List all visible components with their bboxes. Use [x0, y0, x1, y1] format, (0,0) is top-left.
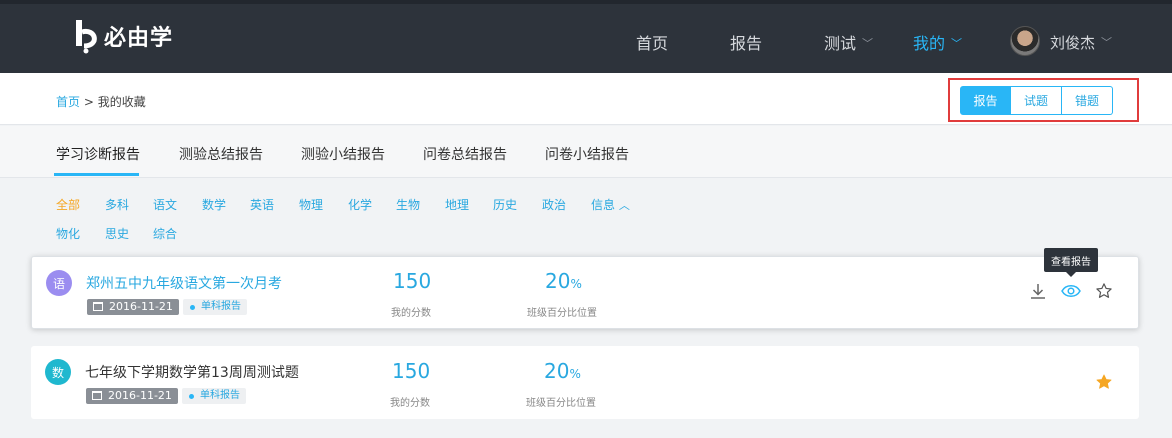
report-type-tabs: 学习诊断报告 测验总结报告 测验小结报告 问卷总结报告 问卷小结报告	[0, 126, 1172, 178]
subject-physics[interactable]: 物理	[299, 196, 323, 213]
chevron-down-icon: ﹀	[862, 37, 874, 50]
nav-home[interactable]: 首页	[636, 30, 668, 54]
logo[interactable]: 必由学	[72, 18, 173, 54]
nav-mine-label: 我的	[913, 34, 946, 53]
nav-report[interactable]: 报告	[730, 30, 762, 54]
chevron-up-icon: ︿	[618, 199, 630, 212]
percent-label: 班级百分比位置	[527, 308, 597, 319]
subject-info[interactable]: 信息 ︿	[591, 196, 630, 213]
user-name: 刘俊杰	[1050, 34, 1096, 52]
breadcrumb-home-link[interactable]: 首页	[56, 95, 80, 109]
chevron-down-icon: ﹀	[951, 37, 963, 50]
nav-mine[interactable]: 我的 ﹀	[913, 30, 962, 54]
segment-highlight-box: 报告 试题 错题	[948, 78, 1139, 122]
breadcrumb-separator: >	[83, 95, 94, 109]
report-card[interactable]: 数 七年级下学期数学第13周周测试题 2016-11-21 单科报告 150 我…	[31, 346, 1139, 419]
nav-test[interactable]: 测试 ﹀	[824, 30, 873, 54]
tab-survey-summary[interactable]: 问卷总结报告	[423, 144, 507, 164]
subject-biology[interactable]: 生物	[396, 196, 420, 213]
subject-history[interactable]: 历史	[493, 196, 517, 213]
percent-unit: %	[569, 367, 581, 381]
segment-question-button[interactable]: 试题	[1011, 86, 1062, 115]
report-type-tag: 单科报告	[182, 388, 246, 404]
subject-badge: 数	[45, 359, 71, 385]
subject-chemistry[interactable]: 化学	[348, 196, 372, 213]
subject-politics[interactable]: 政治	[542, 196, 566, 213]
percent-number: 20	[545, 269, 571, 293]
subject-badge: 语	[46, 270, 72, 296]
logo-text: 必由学	[104, 26, 174, 51]
tab-quiz-summary[interactable]: 测验总结报告	[179, 144, 263, 164]
active-tab-indicator	[54, 173, 139, 176]
breadcrumb-current: 我的收藏	[97, 95, 146, 109]
calendar-icon	[92, 391, 102, 400]
subject-english[interactable]: 英语	[250, 196, 274, 213]
report-date: 2016-11-21	[109, 300, 173, 313]
date-tag: 2016-11-21	[86, 388, 178, 404]
report-date: 2016-11-21	[108, 389, 172, 402]
subject-phys-chem[interactable]: 物化	[56, 225, 80, 242]
tab-learning-diagnosis[interactable]: 学习诊断报告	[56, 144, 140, 164]
chevron-down-icon: ﹀	[1101, 36, 1113, 49]
breadcrumb: 首页 > 我的收藏	[56, 93, 146, 110]
percent-label: 班级百分比位置	[526, 398, 596, 409]
segment-mistake-button[interactable]: 错题	[1062, 86, 1113, 115]
subject-comprehensive[interactable]: 综合	[153, 225, 177, 242]
percent-unit: %	[570, 277, 582, 291]
score-label: 我的分数	[391, 308, 431, 319]
breadcrumb-bar: 首页 > 我的收藏 报告 试题 错题	[0, 73, 1172, 125]
score-value: 150	[393, 269, 432, 293]
subject-math[interactable]: 数学	[202, 196, 226, 213]
tab-survey-brief[interactable]: 问卷小结报告	[545, 144, 629, 164]
subject-all[interactable]: 全部	[56, 196, 80, 213]
segment-report-button[interactable]: 报告	[960, 86, 1011, 115]
eye-icon[interactable]	[1060, 280, 1082, 302]
subject-chinese[interactable]: 语文	[153, 196, 177, 213]
percent-value: 20%	[545, 269, 582, 293]
top-navbar: 必由学 首页 报告 测试 ﹀ 我的 ﹀ 刘俊杰 ﹀	[0, 0, 1172, 73]
tab-quiz-brief[interactable]: 测验小结报告	[301, 144, 385, 164]
date-tag: 2016-11-21	[87, 299, 179, 315]
report-title[interactable]: 七年级下学期数学第13周周测试题	[85, 362, 299, 382]
star-filled-icon[interactable]	[1093, 371, 1115, 393]
report-card[interactable]: 语 郑州五中九年级语文第一次月考 2016-11-21 单科报告 150 我的分…	[31, 256, 1139, 329]
nav-test-label: 测试	[824, 34, 857, 53]
percent-number: 20	[544, 359, 570, 383]
star-outline-icon[interactable]	[1093, 280, 1115, 302]
report-title[interactable]: 郑州五中九年级语文第一次月考	[86, 273, 282, 293]
user-menu[interactable]: 刘俊杰 ﹀	[1050, 32, 1112, 53]
logo-mark-icon	[72, 18, 102, 54]
percent-value: 20%	[544, 359, 581, 383]
subject-multi[interactable]: 多科	[105, 196, 129, 213]
download-icon[interactable]	[1027, 280, 1049, 302]
subject-info-label: 信息	[591, 198, 616, 212]
score-value: 150	[392, 359, 431, 383]
subject-geography[interactable]: 地理	[445, 196, 469, 213]
segmented-control: 报告 试题 错题	[960, 86, 1113, 115]
view-report-tooltip: 查看报告	[1044, 248, 1098, 277]
subject-pol-hist[interactable]: 思史	[105, 225, 129, 242]
calendar-icon	[93, 302, 103, 311]
report-type-tag: 单科报告	[183, 299, 247, 315]
avatar[interactable]	[1010, 26, 1040, 56]
score-label: 我的分数	[390, 398, 430, 409]
